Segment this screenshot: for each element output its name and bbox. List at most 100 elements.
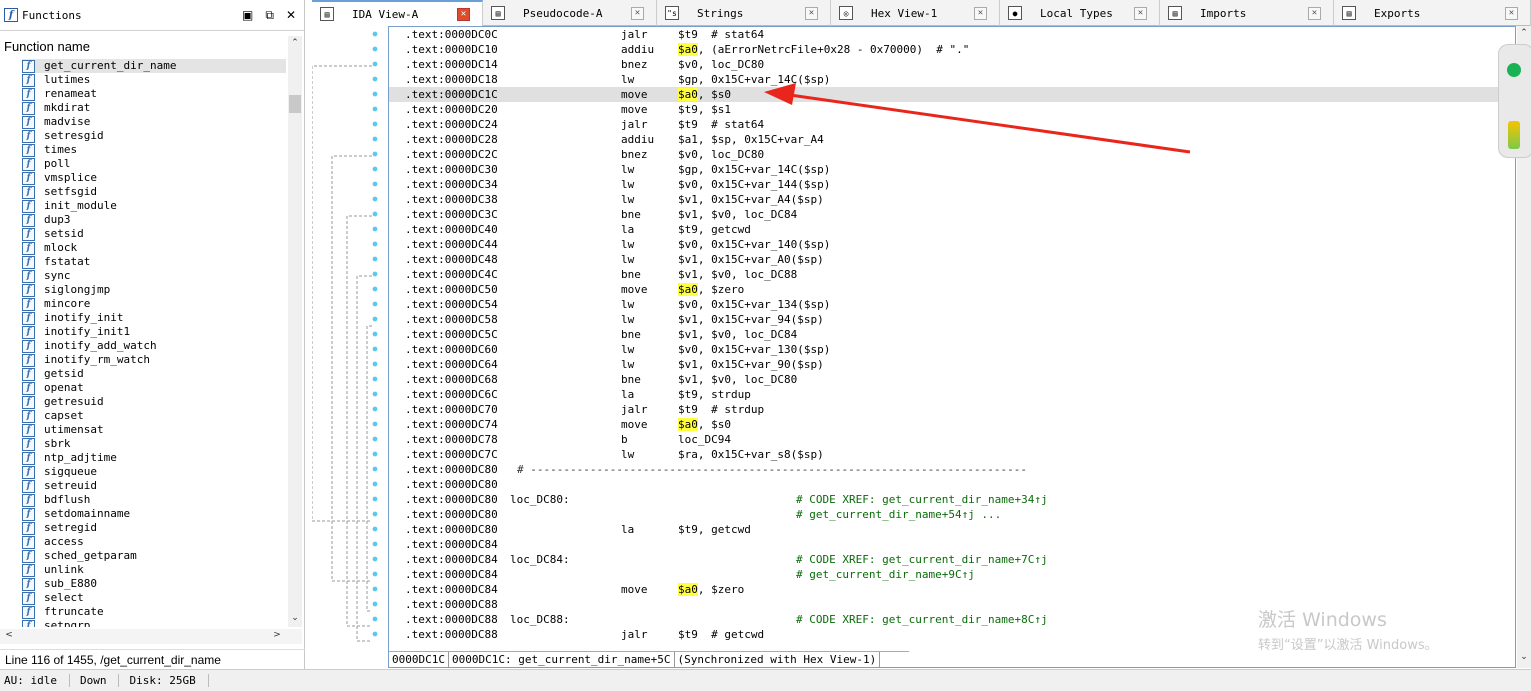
function-list-item[interactable]: f getresuid	[22, 395, 286, 409]
disasm-line[interactable]: .text:0000DC38 lw $v1, 0x15C+var_A4($sp)	[389, 192, 1499, 207]
tab-hex-view-1[interactable]: ◎ Hex View-1 ✕	[831, 0, 1000, 26]
function-list-item[interactable]: f ntp_adjtime	[22, 451, 286, 465]
close-icon[interactable]: ✕	[1308, 6, 1321, 20]
disasm-line[interactable]: .text:0000DC84 move $a0, $zero	[389, 582, 1499, 597]
disasm-line[interactable]: .text:0000DC64 lw $v1, 0x15C+var_90($sp)	[389, 357, 1499, 372]
function-list-item[interactable]: f mlock	[22, 241, 286, 255]
highlighted-register[interactable]: $a0	[678, 43, 698, 56]
disasm-line[interactable]: .text:0000DC78 b loc_DC94	[389, 432, 1499, 447]
function-list-item[interactable]: f setpgrp	[22, 619, 286, 627]
function-list-item[interactable]: f sync	[22, 269, 286, 283]
disasm-line[interactable]: .text:0000DC6C la $t9, strdup	[389, 387, 1499, 402]
close-icon[interactable]: ✕	[1134, 6, 1147, 20]
tab-exports[interactable]: ▤ Exports ✕	[1334, 0, 1531, 26]
function-list-item[interactable]: f sbrk	[22, 437, 286, 451]
scroll-down-icon[interactable]: ⌄	[288, 613, 302, 623]
disasm-line[interactable]: .text:0000DC58 lw $v1, 0x15C+var_94($sp)	[389, 312, 1499, 327]
tab-ida-view-a[interactable]: ▤ IDA View-A ✕	[312, 0, 483, 26]
function-list-item[interactable]: f times	[22, 143, 286, 157]
function-list-item[interactable]: f dup3	[22, 213, 286, 227]
scroll-up-icon[interactable]: ⌃	[288, 38, 302, 48]
disasm-line[interactable]: .text:0000DC34 lw $v0, 0x15C+var_144($sp)	[389, 177, 1499, 192]
function-list-item[interactable]: f setreuid	[22, 479, 286, 493]
tab-pseudocode-a[interactable]: ▤ Pseudocode-A ✕	[483, 0, 657, 26]
function-list-item[interactable]: f inotify_rm_watch	[22, 353, 286, 367]
close-icon[interactable]: ✕	[631, 6, 644, 20]
disasm-line[interactable]: .text:0000DC3C bne $v1, $v0, loc_DC84	[389, 207, 1499, 222]
disasm-line[interactable]: .text:0000DC14 bnez $v0, loc_DC80	[389, 57, 1499, 72]
tab-local-types[interactable]: ● Local Types ✕	[1000, 0, 1160, 26]
function-list-item[interactable]: f mincore	[22, 297, 286, 311]
function-list-hscrollbar[interactable]: < >	[0, 629, 302, 644]
function-list-item[interactable]: f setdomainname	[22, 507, 286, 521]
disasm-line[interactable]: .text:0000DC10 addiu $a0, (aErrorNetrcFile…	[389, 42, 1499, 57]
disasm-line[interactable]: .text:0000DC80 loc_DC80: # CODE XREF: get_…	[389, 492, 1499, 507]
code-label[interactable]: loc_DC84:	[510, 552, 570, 567]
highlighted-register[interactable]: $a0	[678, 418, 698, 431]
disasm-line[interactable]: .text:0000DC44 lw $v0, 0x15C+var_140($sp)	[389, 237, 1499, 252]
overview-navigator[interactable]	[1498, 44, 1531, 158]
function-list-item[interactable]: f setresgid	[22, 129, 286, 143]
scroll-right-icon[interactable]: >	[270, 630, 284, 640]
function-list-item[interactable]: f sub_E880	[22, 577, 286, 591]
disasm-line[interactable]: .text:0000DC30 lw $gp, 0x15C+var_14C($sp)	[389, 162, 1499, 177]
function-list[interactable]: f get_current_dir_name f lutimes f renameat f m…	[22, 59, 286, 627]
disasm-line[interactable]: .text:0000DC28 addiu $a1, $sp, 0x15C+var_A…	[389, 132, 1499, 147]
function-name-column-header[interactable]: Function name	[0, 38, 288, 56]
function-list-item[interactable]: f inotify_init1	[22, 325, 286, 339]
function-list-scroll-thumb[interactable]	[289, 95, 301, 113]
disasm-line[interactable]: .text:0000DC0C jalr $t9 # stat64	[389, 27, 1499, 42]
close-icon[interactable]: ✕	[974, 6, 987, 20]
function-list-item[interactable]: f sigqueue	[22, 465, 286, 479]
function-list-item[interactable]: f get_current_dir_name	[22, 59, 286, 73]
close-icon[interactable]: ✕	[805, 6, 818, 20]
function-list-item[interactable]: f poll	[22, 157, 286, 171]
function-list-item[interactable]: f renameat	[22, 87, 286, 101]
highlighted-register[interactable]: $a0	[678, 283, 698, 296]
disasm-line[interactable]: .text:0000DC80	[389, 477, 1499, 492]
disasm-line[interactable]: .text:0000DC24 jalr $t9 # stat64	[389, 117, 1499, 132]
scroll-up-icon[interactable]: ⌃	[1517, 28, 1531, 38]
function-list-item[interactable]: f getsid	[22, 367, 286, 381]
function-list-item[interactable]: f madvise	[22, 115, 286, 129]
tab-strings[interactable]: "s Strings ✕	[657, 0, 831, 26]
function-list-item[interactable]: f vmsplice	[22, 171, 286, 185]
function-list-item[interactable]: f fstatat	[22, 255, 286, 269]
minimize-icon[interactable]: ▣	[242, 8, 253, 23]
disasm-line[interactable]: .text:0000DC84	[389, 537, 1499, 552]
disasm-line[interactable]: .text:0000DC18 lw $gp, 0x15C+var_14C($sp)	[389, 72, 1499, 87]
code-label[interactable]: loc_DC88:	[510, 612, 570, 627]
function-list-item[interactable]: f lutimes	[22, 73, 286, 87]
disasm-line[interactable]: .text:0000DC80 # ------------------------…	[389, 462, 1499, 477]
disasm-line[interactable]: .text:0000DC80 # get_current_dir_name+54↑…	[389, 507, 1499, 522]
code-label[interactable]: loc_DC80:	[510, 492, 570, 507]
scroll-left-icon[interactable]: <	[2, 630, 16, 640]
function-list-item[interactable]: f bdflush	[22, 493, 286, 507]
function-list-item[interactable]: f ftruncate	[22, 605, 286, 619]
function-list-item[interactable]: f inotify_add_watch	[22, 339, 286, 353]
function-list-item[interactable]: f setsid	[22, 227, 286, 241]
ida-view-disassembly[interactable]: .text:0000DC0C jalr $t9 # stat64 .text:0000…	[388, 26, 1516, 668]
function-list-item[interactable]: f mkdirat	[22, 101, 286, 115]
disasm-line[interactable]: .text:0000DC48 lw $v1, 0x15C+var_A0($sp)	[389, 252, 1499, 267]
disasm-line[interactable]: .text:0000DC74 move $a0, $s0	[389, 417, 1499, 432]
function-list-item[interactable]: f select	[22, 591, 286, 605]
disasm-line[interactable]: .text:0000DC68 bne $v1, $v0, loc_DC80	[389, 372, 1499, 387]
disasm-line[interactable]: .text:0000DC20 move $t9, $s1	[389, 102, 1499, 117]
disasm-line[interactable]: .text:0000DC80 la $t9, getcwd	[389, 522, 1499, 537]
disasm-line[interactable]: .text:0000DC7C lw $ra, 0x15C+var_s8($sp)	[389, 447, 1499, 462]
function-list-item[interactable]: f setfsgid	[22, 185, 286, 199]
function-list-item[interactable]: f sched_getparam	[22, 549, 286, 563]
disasm-line[interactable]: .text:0000DC54 lw $v0, 0x15C+var_134($sp)	[389, 297, 1499, 312]
disasm-line[interactable]: .text:0000DC40 la $t9, getcwd	[389, 222, 1499, 237]
disasm-line[interactable]: .text:0000DC84 # get_current_dir_name+9C↑…	[389, 567, 1499, 582]
disasm-line[interactable]: .text:0000DC2C bnez $v0, loc_DC80	[389, 147, 1499, 162]
disasm-line[interactable]: .text:0000DC50 move $a0, $zero	[389, 282, 1499, 297]
function-list-item[interactable]: f utimensat	[22, 423, 286, 437]
disasm-line[interactable]: .text:0000DC5C bne $v1, $v0, loc_DC84	[389, 327, 1499, 342]
disasm-line[interactable]: .text:0000DC70 jalr $t9 # strdup	[389, 402, 1499, 417]
close-icon[interactable]: ✕	[286, 8, 296, 23]
tab-imports[interactable]: ▤ Imports ✕	[1160, 0, 1334, 26]
float-icon[interactable]: ⧉	[265, 8, 274, 23]
function-list-item[interactable]: f inotify_init	[22, 311, 286, 325]
